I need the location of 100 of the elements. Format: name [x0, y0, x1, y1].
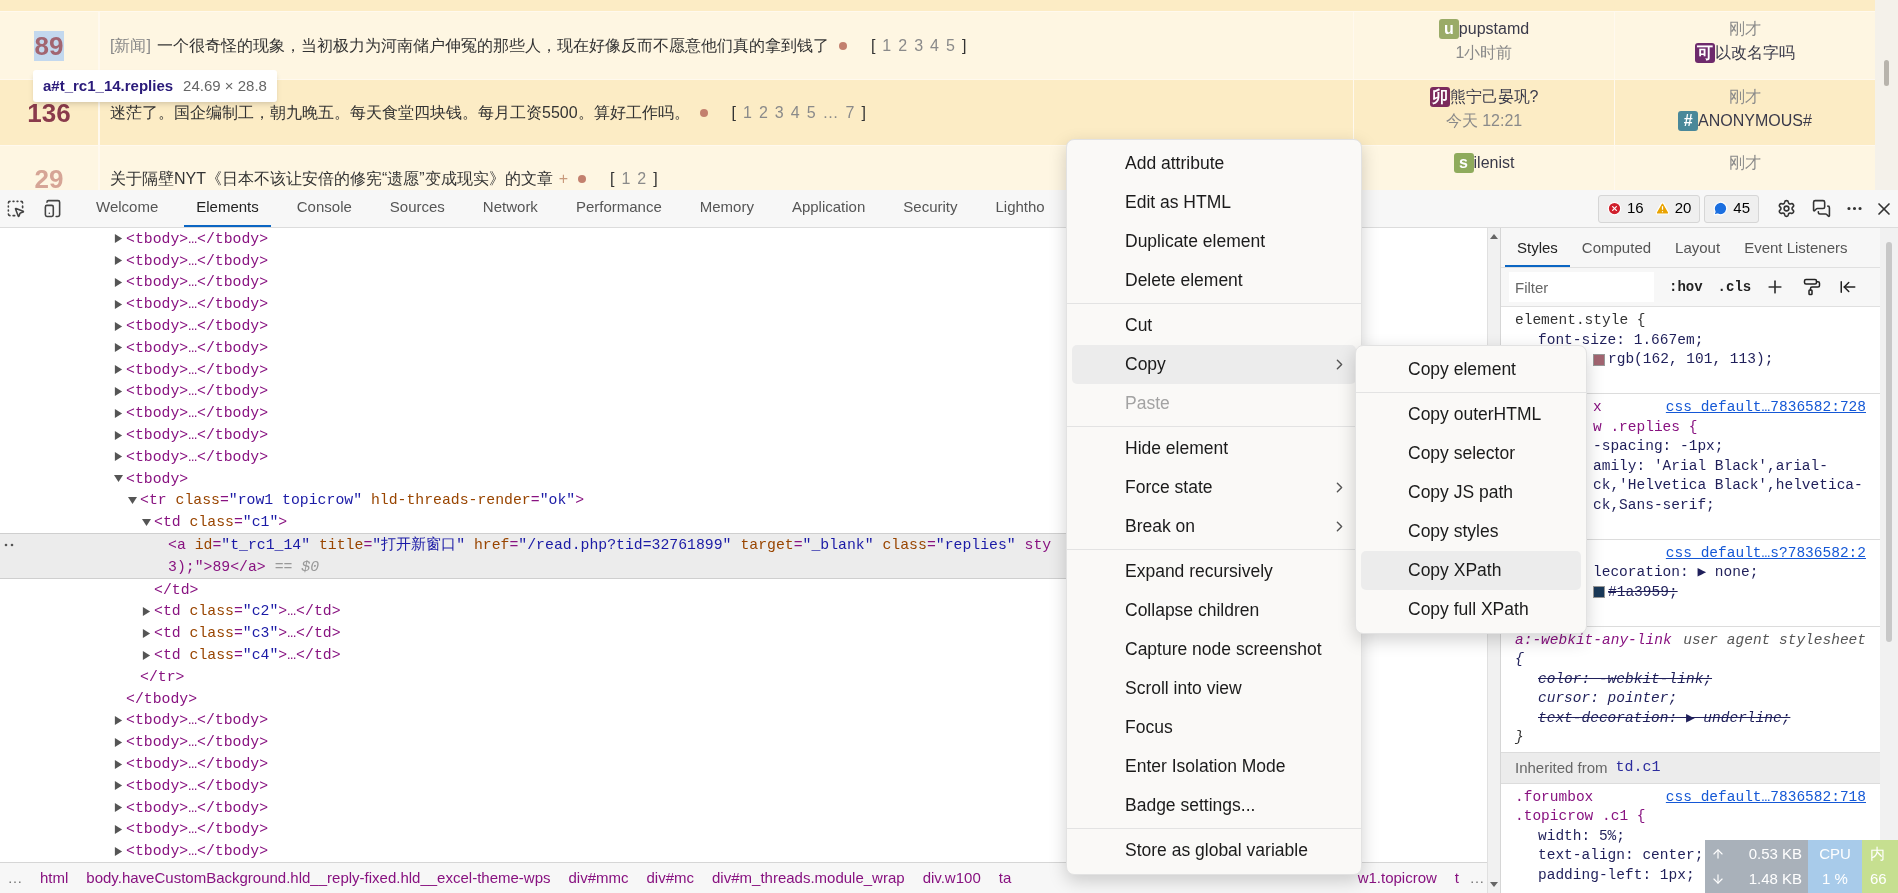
feedback-icon[interactable] — [1812, 199, 1831, 218]
username[interactable]: 熊宁己晏巩? — [1449, 85, 1539, 109]
paint-roller-icon[interactable] — [1803, 278, 1822, 296]
menu-item[interactable]: Copy JS path — [1361, 473, 1581, 512]
reply-count[interactable]: 136 — [26, 97, 72, 128]
thread-title[interactable]: 迷茫了。国企编制工，朝九晚五。每天食堂四块钱。每月工资5500。算好工作吗。 — [110, 100, 690, 125]
sidebar-toggle-icon[interactable] — [1839, 278, 1858, 296]
dom-node[interactable]: <td class="c4">…</td> — [154, 643, 341, 667]
menu-item[interactable]: Cut — [1072, 306, 1356, 345]
sidebar-tab[interactable]: Layout — [1663, 231, 1733, 267]
dom-node[interactable]: <tbody>…</tbody> — [126, 840, 269, 862]
thread-title[interactable]: 一个很奇怪的现象，当初极力为河南储户伸冤的那些人，现在好像反而不愿意他们真的拿到钱了 — [156, 33, 829, 58]
breadcrumb-item[interactable]: div.w100 — [922, 866, 981, 890]
collapse-triangle-icon[interactable] — [128, 495, 137, 505]
color-swatch[interactable] — [1593, 586, 1605, 599]
menu-item[interactable]: Capture node screenshot — [1072, 630, 1356, 669]
expand-triangle-icon[interactable] — [142, 628, 151, 638]
expand-triangle-icon[interactable] — [114, 321, 123, 331]
menu-item[interactable]: Copy — [1072, 345, 1356, 384]
expand-triangle-icon[interactable] — [114, 365, 123, 375]
menu-item[interactable]: Store as global variable — [1072, 831, 1356, 870]
color-swatch[interactable] — [1593, 353, 1605, 366]
devtools-tab[interactable]: Memory — [687, 190, 766, 227]
expand-triangle-icon[interactable] — [114, 803, 123, 813]
breadcrumb-item[interactable]: t — [1454, 866, 1459, 890]
dom-node[interactable]: <tbody>…</tbody> — [126, 293, 269, 316]
messages-counter[interactable]: 45 — [1704, 194, 1759, 223]
dom-node[interactable]: <td class="c1"> — [154, 511, 288, 534]
devtools-tab[interactable]: Console — [284, 190, 364, 227]
scrollbar[interactable] — [1875, 0, 1898, 190]
expand-triangle-icon[interactable] — [114, 824, 123, 834]
device-icon[interactable] — [43, 199, 62, 218]
sidebar-tab[interactable]: Computed — [1569, 231, 1664, 267]
filter-field[interactable]: Filter — [1509, 272, 1654, 302]
expand-triangle-icon[interactable] — [142, 650, 151, 660]
dom-node[interactable]: <tbody>…</tbody> — [126, 731, 269, 754]
menu-item[interactable]: Delete element — [1072, 261, 1356, 300]
menu-item[interactable]: Copy element — [1361, 350, 1581, 389]
expand-triangle-icon[interactable] — [114, 278, 123, 287]
dom-node[interactable]: <tbody>…</tbody> — [126, 380, 269, 403]
menu-item[interactable]: Edit as HTML — [1072, 183, 1356, 222]
expand-triangle-icon[interactable] — [114, 430, 123, 440]
scrollbar[interactable] — [1880, 228, 1898, 840]
expand-triangle-icon[interactable] — [114, 715, 123, 725]
source-link[interactable]: css_default…7836582:718 — [1665, 787, 1866, 807]
dom-node[interactable]: <tbody>…</tbody> — [126, 445, 269, 468]
dom-node[interactable]: <tbody>…</tbody> — [126, 315, 269, 338]
dom-node[interactable]: <tbody>…</tbody> — [126, 358, 269, 381]
scroll-up-icon[interactable] — [1490, 234, 1498, 239]
breadcrumb-item[interactable]: w1.topicrow — [1357, 866, 1437, 890]
devtools-tab[interactable]: Elements — [184, 190, 271, 227]
username[interactable]: pupstamd — [1458, 17, 1530, 41]
breadcrumb-item[interactable]: ta — [998, 866, 1012, 890]
expand-triangle-icon[interactable] — [114, 299, 123, 309]
dom-node[interactable]: <td class="c2">…</td> — [154, 600, 341, 623]
devtools-tab[interactable]: Network — [470, 190, 550, 227]
expand-triangle-icon[interactable] — [114, 234, 123, 244]
breadcrumb-item[interactable]: div#mmc — [568, 866, 629, 890]
expand-triangle-icon[interactable] — [114, 759, 123, 769]
inherited-element[interactable]: td.c1 — [1615, 757, 1661, 778]
menu-item[interactable]: Hide element — [1072, 429, 1356, 468]
toggle-button[interactable]: :hov — [1669, 276, 1703, 298]
devtools-tab[interactable]: Lightho — [983, 190, 1057, 227]
breadcrumb-item[interactable]: body.haveCustomBackground.hld__reply-fixed.hld__excel-theme-wps — [86, 866, 551, 890]
dom-node[interactable]: <tbody>…</tbody> — [126, 818, 269, 841]
menu-item[interactable]: Copy outerHTML — [1361, 395, 1581, 434]
breadcrumb-item[interactable]: div#m_threads.module_wrap — [712, 866, 905, 890]
expand-triangle-icon[interactable] — [114, 737, 123, 747]
inspect-icon[interactable] — [6, 199, 25, 218]
menu-item[interactable]: Add attribute — [1072, 144, 1356, 183]
menu-item[interactable]: Copy XPath — [1361, 551, 1581, 590]
dom-node[interactable]: <tbody>…</tbody> — [126, 709, 269, 732]
username[interactable]: ilenist — [1473, 151, 1515, 175]
dom-node[interactable]: <tbody>…</tbody> — [126, 796, 269, 819]
expand-triangle-icon[interactable] — [142, 606, 151, 616]
expand-triangle-icon[interactable] — [114, 386, 123, 396]
expand-triangle-icon[interactable] — [114, 343, 123, 353]
expand-triangle-icon[interactable] — [114, 452, 123, 462]
sidebar-tab[interactable]: Event Listeners — [1732, 231, 1860, 267]
source-link[interactable]: css_default…7836582:728 — [1665, 398, 1866, 418]
menu-item[interactable]: Scroll into view — [1072, 669, 1356, 708]
devtools-tab[interactable]: Welcome — [84, 190, 171, 227]
dom-node[interactable]: <tbody>…</tbody> — [126, 249, 269, 272]
dom-node[interactable]: <tbody>…</tbody> — [126, 752, 269, 776]
collapse-triangle-icon[interactable] — [142, 517, 151, 527]
dom-node[interactable]: <tbody>…</tbody> — [126, 271, 269, 294]
scroll-right-button[interactable]: … — [1467, 866, 1487, 890]
devtools-tab[interactable]: Application — [779, 190, 878, 227]
menu-item[interactable]: Focus — [1072, 708, 1356, 747]
sidebar-tab[interactable]: Styles — [1505, 231, 1570, 267]
username[interactable]: 以改名字吗 — [1715, 41, 1795, 65]
scroll-left-button[interactable]: … — [0, 866, 30, 890]
dom-node[interactable]: <tbody>…</tbody> — [126, 402, 269, 425]
menu-item[interactable]: Badge settings... — [1072, 786, 1356, 825]
scroll-down-icon[interactable] — [1490, 882, 1498, 887]
thread-title[interactable]: 关于隔壁NYT《日本不该让安倍的修宪“遗愿”变成现实》的文章 — [110, 166, 553, 190]
dom-node[interactable]: <tbody>…</tbody> — [126, 424, 269, 447]
dom-node[interactable]: <tbody>…</tbody> — [126, 774, 269, 797]
expand-triangle-icon[interactable] — [114, 781, 123, 791]
dom-node[interactable]: <tr class="row1 topicrow" hld-threads-render="ok"> — [140, 489, 585, 512]
